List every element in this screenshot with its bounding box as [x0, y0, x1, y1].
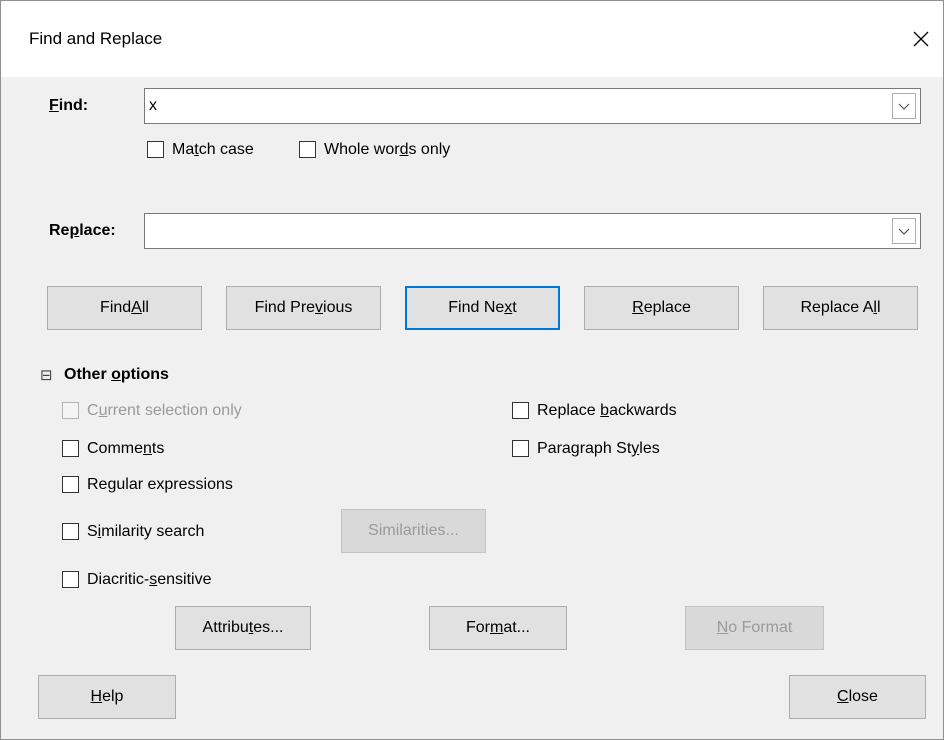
close-icon[interactable] — [903, 21, 939, 57]
attributes-button[interactable]: Attribu t es... — [175, 606, 311, 650]
current-selection-checkbox — [62, 402, 79, 419]
replace-backwards-checkbox[interactable] — [512, 402, 529, 419]
replace-all-button[interactable]: Replace All — [763, 286, 918, 330]
find-label: Find: — [49, 97, 89, 114]
diacritic-sensitive-label[interactable]: Diacritic-sensitive — [87, 571, 211, 589]
find-previous-button[interactable]: Find Pre v ious — [226, 286, 381, 330]
collapse-icon[interactable]: ⊟ — [40, 366, 53, 384]
replace-button[interactable]: Replace — [584, 286, 739, 330]
comments-label[interactable]: Comments — [87, 440, 164, 458]
paragraph-styles-checkbox[interactable] — [512, 440, 529, 457]
dialog-title: Find and Replace — [29, 29, 163, 48]
close-button[interactable]: Close — [789, 675, 926, 719]
chevron-down-icon — [898, 103, 910, 110]
replace-backwards-label[interactable]: Replace backwards — [537, 402, 677, 420]
comments-checkbox[interactable] — [62, 440, 79, 457]
no-format-button: No Format — [685, 606, 824, 650]
similarity-search-checkbox[interactable] — [62, 523, 79, 540]
match-case-label[interactable]: Match case — [172, 141, 254, 159]
similarities-button: Similarities... — [341, 509, 486, 553]
help-button[interactable]: Help — [38, 675, 176, 719]
find-input[interactable]: x — [149, 97, 157, 115]
chevron-down-icon — [898, 228, 910, 235]
diacritic-sensitive-checkbox[interactable] — [62, 571, 79, 588]
replace-label: Replace: — [49, 222, 116, 239]
find-next-button[interactable]: Find Ne x t — [405, 286, 560, 330]
replace-dropdown-button[interactable] — [892, 218, 916, 244]
find-dropdown-button[interactable] — [892, 93, 916, 119]
regular-expressions-checkbox[interactable] — [62, 476, 79, 493]
match-case-checkbox[interactable] — [147, 141, 164, 158]
find-replace-dialog: Find and Replace Find: x Match case Whol… — [0, 0, 944, 740]
regular-expressions-label[interactable]: Regular expressions — [87, 476, 233, 494]
title-bar: Find and Replace — [1, 1, 943, 77]
replace-combobox[interactable] — [144, 213, 921, 249]
whole-words-label[interactable]: Whole words only — [324, 141, 450, 159]
find-all-button[interactable]: Find All — [47, 286, 202, 330]
whole-words-checkbox[interactable] — [299, 141, 316, 158]
similarity-search-label[interactable]: Similarity search — [87, 523, 204, 541]
find-combobox[interactable]: x — [144, 88, 921, 124]
paragraph-styles-label[interactable]: Paragraph Styles — [537, 440, 660, 458]
current-selection-label: Current selection only — [87, 402, 242, 419]
format-button[interactable]: For m at... — [429, 606, 567, 650]
other-options-toggle[interactable]: Other options — [64, 366, 169, 384]
